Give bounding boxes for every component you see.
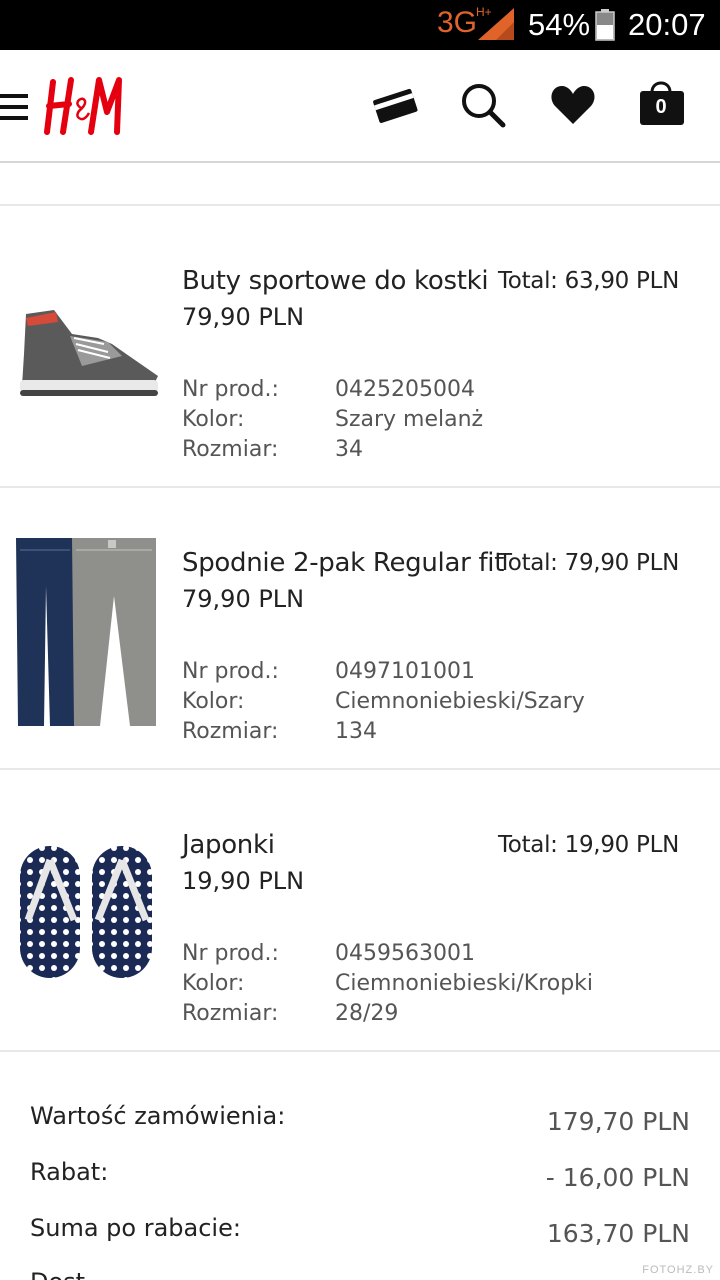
- product-number-value: 0459563001: [335, 941, 475, 966]
- product-price: 79,90 PLN: [182, 303, 305, 331]
- bag-count-badge: 0: [655, 96, 667, 118]
- trousers-image: [16, 538, 156, 726]
- product-size-label: Rozmiar:: [182, 437, 279, 462]
- product-name[interactable]: Buty sportowe do kostki: [182, 266, 489, 296]
- product-color-value: Ciemnoniebieski/Kropki: [335, 971, 594, 996]
- status-bar: 3G H+ 54% 20:07: [0, 0, 720, 50]
- product-price: 79,90 PLN: [182, 585, 305, 613]
- order-value: 179,70 PLN: [546, 1107, 690, 1136]
- order-value-label: Wartość zamówienia:: [30, 1102, 286, 1130]
- product-number-label: Nr prod.:: [182, 377, 279, 402]
- product-color-value: Ciemnoniebieski/Szary: [335, 689, 585, 714]
- network-type: 3G: [437, 6, 478, 39]
- delivery-label-partial: Dost: [30, 1268, 85, 1280]
- flip-flops-image: [20, 846, 152, 978]
- product-size-value: 28/29: [335, 1001, 399, 1026]
- product-color-label: Kolor:: [182, 407, 245, 432]
- product-size-label: Rozmiar:: [182, 1001, 279, 1026]
- signal-icon: [478, 8, 514, 40]
- product-total: Total: 19,90 PLN: [497, 832, 679, 858]
- sneaker-image: [20, 310, 158, 396]
- product-number-label: Nr prod.:: [182, 659, 279, 684]
- app-header: 0: [0, 50, 720, 163]
- product-total: Total: 63,90 PLN: [497, 268, 679, 294]
- hm-logo[interactable]: [43, 74, 129, 136]
- menu-icon[interactable]: [0, 94, 30, 120]
- product-name[interactable]: Spodnie 2-pak Regular fit: [182, 548, 504, 578]
- product-color-value: Szary melanż: [335, 407, 484, 432]
- cart-item[interactable]: Japonki 19,90 PLN Total: 19,90 PLN Nr pr…: [0, 770, 720, 1052]
- product-color-label: Kolor:: [182, 971, 245, 996]
- search-icon[interactable]: [458, 80, 508, 130]
- product-size-value: 134: [335, 719, 377, 744]
- product-number-label: Nr prod.:: [182, 941, 279, 966]
- after-discount-label: Suma po rabacie:: [30, 1214, 241, 1242]
- clock: 20:07: [628, 7, 706, 42]
- product-size-label: Rozmiar:: [182, 719, 279, 744]
- discount-label: Rabat:: [30, 1158, 109, 1186]
- card-icon[interactable]: [370, 80, 420, 130]
- discount-value: - 16,00 PLN: [545, 1163, 690, 1192]
- summary-divider: [0, 1050, 720, 1052]
- product-number-value: 0497101001: [335, 659, 475, 684]
- battery-percent: 54%: [528, 7, 591, 42]
- watermark: FOTOHZ.BY: [642, 1264, 714, 1276]
- product-total: Total: 79,90 PLN: [497, 550, 679, 576]
- shopping-bag-button[interactable]: 0: [638, 78, 688, 128]
- cart-item[interactable]: Buty sportowe do kostki 79,90 PLN Total:…: [0, 206, 720, 488]
- heart-icon[interactable]: [548, 80, 598, 130]
- cart-item[interactable]: Spodnie 2-pak Regular fit 79,90 PLN Tota…: [0, 488, 720, 770]
- product-price: 19,90 PLN: [182, 867, 305, 895]
- after-discount-value: 163,70 PLN: [546, 1219, 690, 1248]
- product-number-value: 0425205004: [335, 377, 475, 402]
- product-color-label: Kolor:: [182, 689, 245, 714]
- product-size-value: 34: [335, 437, 363, 462]
- battery-icon: [595, 9, 615, 41]
- product-name[interactable]: Japonki: [182, 830, 275, 860]
